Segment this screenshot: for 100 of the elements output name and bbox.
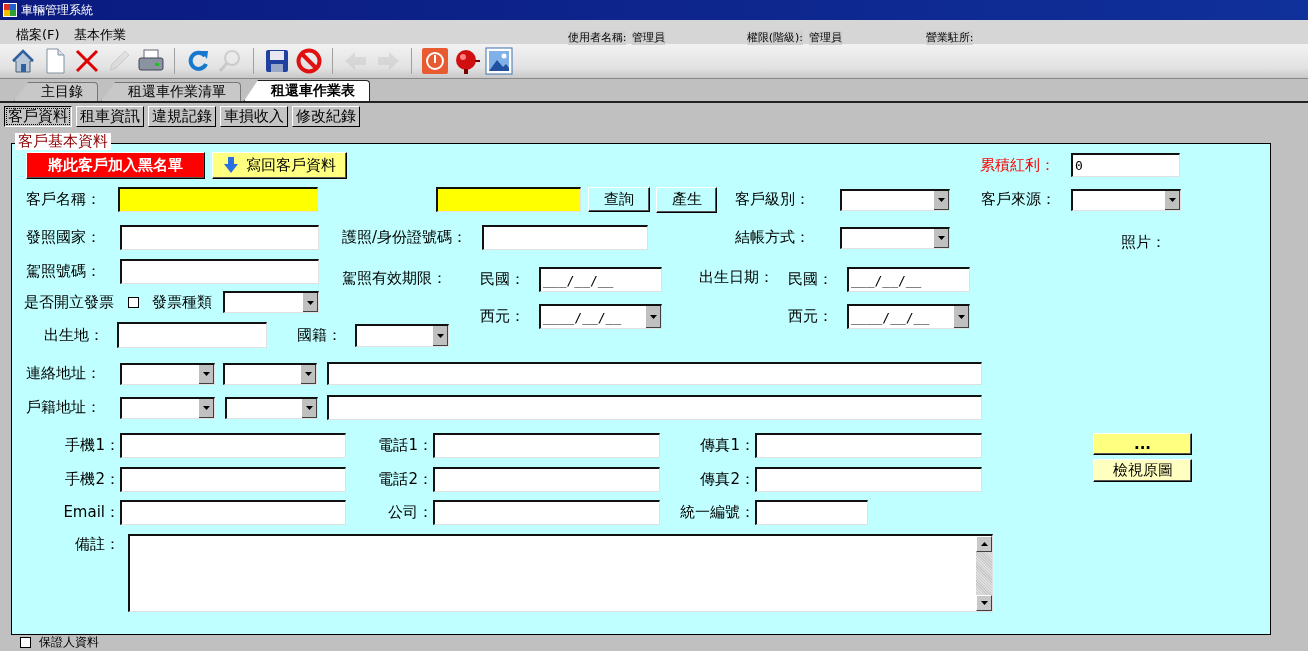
tab[interactable]: 修改紀錄 — [292, 106, 360, 127]
field-label: 客戶級別： — [735, 191, 811, 208]
field-label: 公司： — [387, 504, 433, 521]
text-field[interactable] — [433, 433, 660, 458]
text-field[interactable] — [755, 500, 868, 525]
field-label: 傳真1： — [699, 437, 755, 454]
field-label: 結帳方式： — [735, 229, 811, 246]
field-label: 發照國家： — [26, 229, 102, 246]
text-field[interactable]: ___/__/__ — [847, 267, 970, 292]
field-label: 駕照號碼： — [26, 263, 102, 280]
text-field[interactable] — [120, 500, 346, 525]
app-icon — [3, 3, 17, 17]
alarm-bell-icon[interactable] — [453, 47, 481, 75]
text-field[interactable] — [433, 467, 660, 492]
text-field[interactable] — [120, 433, 346, 458]
notes-field[interactable] — [128, 534, 993, 612]
text-field[interactable] — [327, 395, 982, 420]
field-label: 手機1： — [64, 437, 120, 454]
scrollbar[interactable] — [976, 536, 992, 611]
field-label: 護照/身份證號碼： — [342, 229, 469, 246]
tab[interactable]: 違規記錄 — [148, 106, 216, 127]
dropdown[interactable]: ____/__/__ — [847, 304, 970, 329]
caret-icon — [203, 406, 210, 410]
info-value: 管理員 — [632, 31, 666, 45]
no-entry-icon[interactable] — [295, 47, 323, 75]
generate-button[interactable]: 產生 — [656, 186, 717, 213]
checkbox-label: 保證人資料 — [39, 636, 99, 649]
field-label: 出生地： — [44, 326, 105, 344]
caret-icon — [958, 315, 965, 319]
field-label: 國籍： — [297, 326, 343, 344]
field-label: 統一編號： — [679, 504, 755, 521]
field-label: Email： — [62, 504, 120, 521]
tab[interactable]: 主目錄 — [14, 82, 98, 101]
field-label: 客戶名稱： — [26, 191, 102, 208]
view-image-button[interactable]: 檢視原圖 — [1093, 459, 1192, 482]
dropdown[interactable] — [840, 226, 950, 249]
field-label: 照片： — [1121, 234, 1167, 251]
text-field[interactable] — [118, 187, 318, 212]
dropdown[interactable] — [840, 188, 950, 211]
dropdown[interactable]: ____/__/__ — [539, 304, 662, 329]
caret-icon — [938, 236, 945, 240]
tab[interactable]: 租還車作業表 — [244, 80, 370, 101]
tab[interactable]: 租還車作業清單 — [101, 82, 241, 101]
text-field[interactable] — [117, 322, 267, 348]
close-icon[interactable] — [73, 47, 101, 75]
text-field[interactable] — [755, 433, 982, 458]
caret-icon — [203, 372, 210, 376]
field-label: 是否開立發票 — [24, 293, 115, 311]
text-field[interactable]: ___/__/__ — [539, 267, 662, 292]
image-icon[interactable] — [485, 47, 513, 75]
text-field[interactable] — [433, 500, 660, 525]
house-icon[interactable] — [9, 47, 37, 75]
write-back-button[interactable]: 寫回客戶資料 — [212, 151, 347, 179]
dropdown[interactable] — [225, 396, 318, 419]
text-field[interactable] — [120, 225, 319, 250]
info-value: 管理員 — [808, 31, 842, 45]
menu-item[interactable]: 基本作業 — [73, 26, 126, 44]
text-field[interactable] — [482, 225, 648, 250]
group-title: 客戶基本資料 — [15, 133, 111, 150]
text-field[interactable]: 0 — [1071, 153, 1180, 177]
dropdown[interactable] — [1071, 188, 1181, 211]
checkbox[interactable] — [20, 637, 31, 648]
window-title: 車輛管理系統 — [21, 1, 93, 19]
info-label: 營業駐所: — [925, 31, 974, 45]
checkbox[interactable] — [128, 296, 139, 308]
text-field[interactable] — [327, 362, 982, 385]
menu-item[interactable]: 檔案(F) — [16, 26, 60, 44]
text-field[interactable] — [436, 187, 581, 212]
field-label: 電話2： — [377, 471, 433, 488]
field-label: 客戶來源： — [981, 191, 1057, 208]
caret-icon — [1169, 198, 1176, 202]
field-label: 民國： — [788, 271, 834, 288]
dropdown[interactable] — [120, 396, 215, 419]
text-field[interactable] — [120, 467, 346, 492]
caret-icon — [980, 601, 988, 605]
field-label: 西元： — [480, 308, 526, 325]
dropdown[interactable] — [355, 323, 449, 347]
browse-button[interactable]: ... — [1093, 433, 1192, 455]
power-icon[interactable] — [421, 47, 449, 75]
caret-icon — [307, 300, 314, 305]
field-label: 戶籍地址： — [26, 399, 102, 416]
text-field[interactable] — [755, 467, 982, 492]
field-label: 出生日期： — [699, 268, 775, 286]
field-label: 駕照有效期限： — [342, 270, 448, 287]
tab[interactable]: 租車資訊 — [76, 106, 144, 127]
field-label: 連絡地址： — [26, 365, 102, 382]
tab[interactable]: 車損收入 — [220, 106, 288, 127]
field-label: 發票種類 — [152, 293, 213, 311]
tab[interactable]: 客戶資料 — [4, 106, 72, 127]
field-label: 累積紅利： — [980, 156, 1056, 174]
lookup-button[interactable]: 查詢 — [588, 187, 650, 212]
text-field[interactable] — [120, 259, 319, 284]
save-icon[interactable] — [263, 47, 291, 75]
caret-icon — [305, 372, 312, 376]
dropdown[interactable] — [223, 291, 319, 313]
dropdown[interactable] — [120, 362, 215, 385]
down-arrow-icon — [223, 157, 238, 173]
caret-icon — [938, 198, 945, 202]
blacklist-button[interactable]: 將此客戶加入黑名單 — [26, 151, 205, 179]
dropdown[interactable] — [223, 362, 317, 385]
